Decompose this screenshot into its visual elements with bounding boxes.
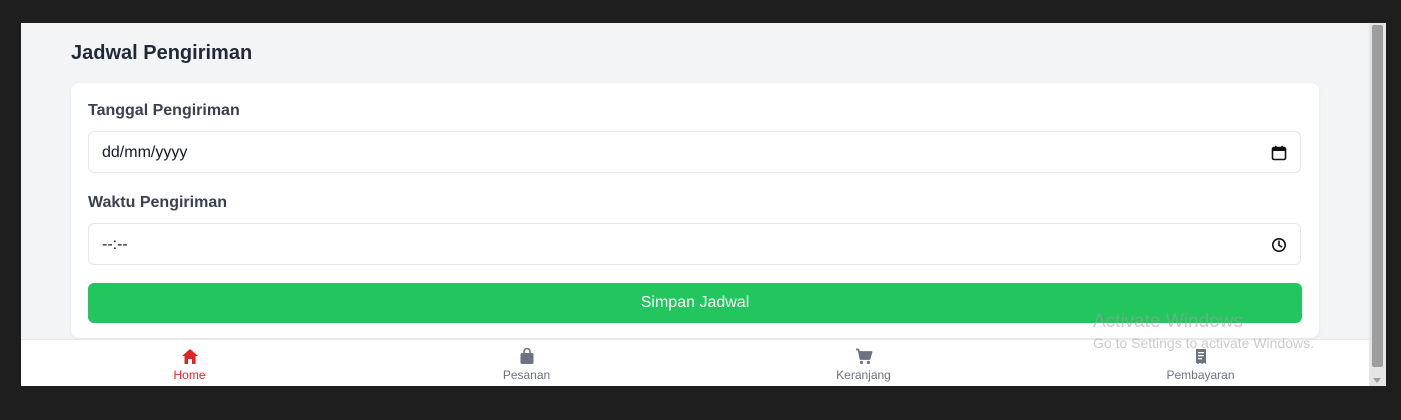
receipt-icon — [1195, 349, 1206, 364]
save-schedule-button[interactable]: Simpan Jadwal — [88, 283, 1302, 323]
page-title: Jadwal Pengiriman — [71, 42, 253, 64]
nav-item-keranjang[interactable]: Keranjang — [695, 340, 1032, 386]
date-input-value: dd/mm/yyyy — [102, 144, 188, 161]
clock-icon[interactable] — [1271, 237, 1287, 253]
date-field-label: Tanggal Pengiriman — [88, 102, 240, 119]
time-input[interactable]: --:-- — [88, 223, 1301, 265]
bottom-navigation: Home Pesanan Keranjang Pembayaran — [21, 339, 1369, 386]
calendar-icon[interactable] — [1271, 145, 1287, 161]
nav-item-label: Keranjang — [836, 368, 891, 382]
nav-item-label: Pesanan — [502, 368, 551, 382]
nav-item-home[interactable]: Home — [21, 340, 358, 386]
cart-icon — [855, 348, 872, 365]
scroll-down-arrow-icon[interactable] — [1373, 378, 1381, 383]
schedule-form-card: Tanggal Pengiriman dd/mm/yyyy Waktu Peng… — [71, 83, 1319, 338]
nav-item-label: Pembayaran — [1166, 368, 1235, 382]
date-input[interactable]: dd/mm/yyyy — [88, 131, 1301, 173]
nav-item-label: Home — [173, 368, 206, 382]
nav-item-pesanan[interactable]: Pesanan — [358, 340, 695, 386]
nav-item-pembayaran[interactable]: Pembayaran — [1032, 340, 1369, 386]
time-field-label: Waktu Pengiriman — [88, 194, 227, 211]
vertical-scrollbar[interactable] — [1369, 23, 1386, 386]
scrollbar-thumb[interactable] — [1372, 25, 1383, 367]
app-viewport: Jadwal Pengiriman Tanggal Pengiriman dd/… — [21, 23, 1369, 386]
home-icon — [181, 349, 198, 364]
time-input-value: --:-- — [102, 236, 128, 253]
bag-icon — [520, 348, 533, 364]
